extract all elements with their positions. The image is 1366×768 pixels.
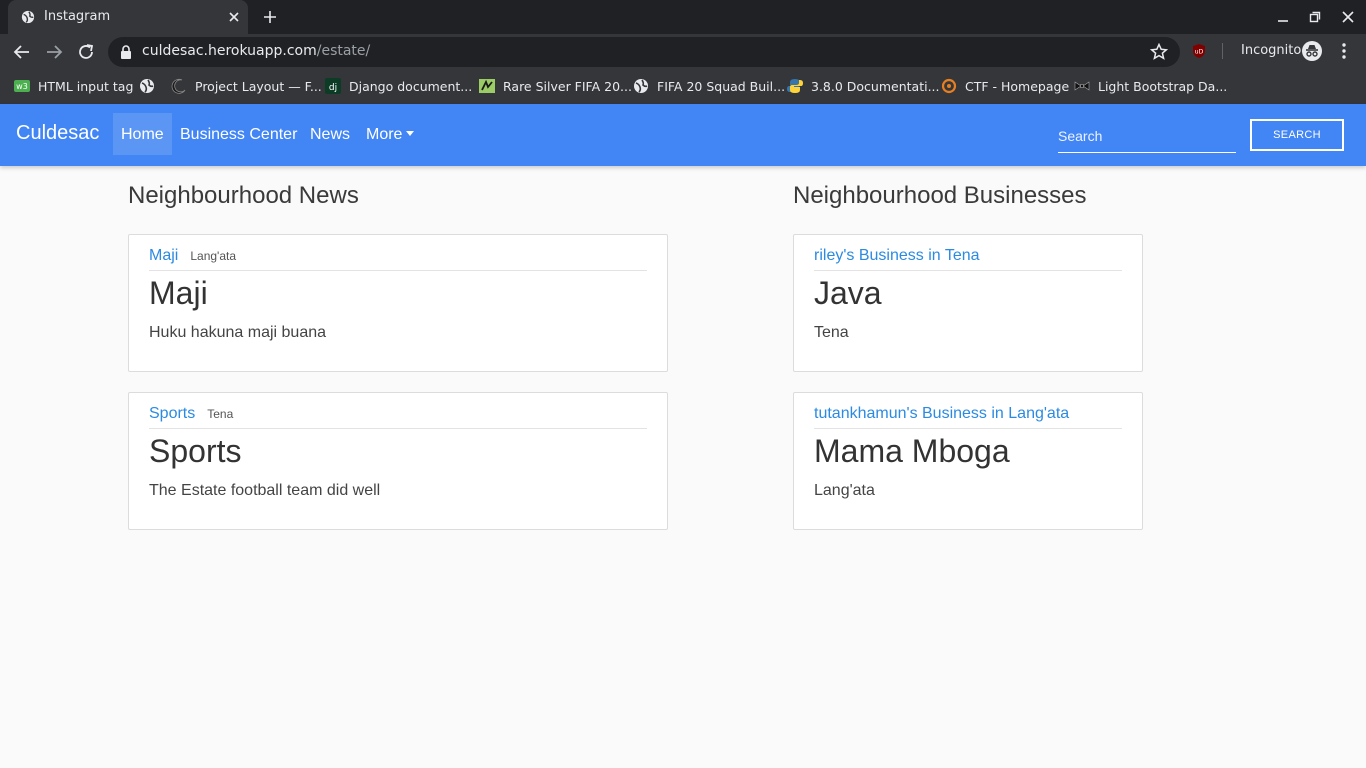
news-card: Sports Tena Sports The Estate football te… (128, 392, 668, 530)
globe-icon (634, 79, 648, 93)
business-card-heading: Java (814, 275, 882, 311)
caret-down-icon (406, 131, 415, 136)
svg-text:uD: uD (1195, 49, 1204, 56)
futwiz-icon (479, 79, 495, 93)
search-button[interactable]: Search (1250, 119, 1344, 151)
globe-icon (140, 79, 154, 93)
news-card-link[interactable]: Sports (149, 405, 195, 422)
restore-icon[interactable] (1309, 11, 1321, 23)
kebab-menu-icon[interactable] (1337, 42, 1351, 60)
card-divider (814, 270, 1122, 271)
bookmark-item[interactable]: Project Layout — F... (171, 77, 322, 95)
bookmark-label: HTML input tag (38, 78, 134, 94)
news-card-meta: Maji Lang'ata (149, 247, 236, 271)
url-path: /estate/ (316, 43, 371, 59)
incognito-label: Incognito (1241, 43, 1302, 58)
bookmark-item[interactable]: w3 HTML input tag (14, 77, 133, 95)
bookmark-label: Light Bootstrap Da... (1098, 78, 1228, 94)
bookmark-label: 3.8.0 Documentati... (811, 78, 940, 94)
new-tab-icon[interactable] (262, 9, 278, 25)
business-card-heading: Mama Mboga (814, 433, 1010, 469)
browser-tab[interactable]: Instagram (8, 0, 248, 34)
business-card: tutankhamun's Business in Lang'ata Mama … (793, 392, 1143, 530)
bowtie-icon (1074, 81, 1090, 91)
news-card-heading: Sports (149, 433, 242, 469)
news-card-location: Tena (207, 407, 234, 421)
svg-text:w3: w3 (16, 82, 28, 91)
ublock-origin-icon[interactable]: uD (1191, 43, 1207, 59)
bookmark-label: Django document... (349, 78, 473, 94)
lock-icon (121, 45, 131, 59)
nav-link-business-center[interactable]: Business Center (180, 126, 297, 144)
bookmark-star-icon[interactable] (1150, 43, 1168, 61)
nav-link-home[interactable]: Home (121, 126, 164, 144)
url-text: culdesac.herokuapp.com/estate/ (142, 43, 370, 59)
back-icon[interactable] (13, 43, 31, 61)
business-card-link[interactable]: tutankhamun's Business in Lang'ata (814, 405, 1069, 422)
news-card-link[interactable]: Maji (149, 247, 178, 264)
w3schools-icon: w3 (14, 80, 30, 92)
card-divider (149, 270, 647, 271)
close-icon[interactable] (226, 9, 242, 25)
nav-more-label: More (366, 126, 403, 143)
business-card: riley's Business in Tena Java Tena (793, 234, 1143, 372)
bookmark-label: Project Layout — F... (195, 78, 322, 94)
bookmark-label: CTF - Homepage (965, 78, 1070, 94)
bookmark-item[interactable] (139, 77, 163, 95)
search-input[interactable] (1058, 120, 1236, 153)
django-icon: dj (325, 78, 341, 94)
svg-text:dj: dj (329, 83, 337, 93)
business-card-meta: tutankhamun's Business in Lang'ata (814, 405, 1069, 429)
nav-link-news[interactable]: News (310, 126, 350, 144)
bookmark-label: Rare Silver FIFA 20... (503, 78, 632, 94)
ctf-icon (941, 78, 957, 94)
incognito-icon[interactable] (1302, 41, 1322, 61)
businesses-section-title: Neighbourhood Businesses (793, 182, 1087, 209)
business-card-text: Lang'ata (814, 482, 875, 499)
card-divider (814, 428, 1122, 429)
bookmark-item[interactable]: dj Django document... (325, 77, 472, 95)
forward-icon[interactable] (45, 43, 63, 61)
browser-tabstrip: Instagram (0, 0, 1366, 34)
python-icon (787, 79, 803, 93)
minimize-icon[interactable] (1277, 11, 1289, 23)
moon-icon (171, 79, 186, 94)
business-card-link[interactable]: riley's Business in Tena (814, 247, 980, 264)
bookmark-item[interactable]: Rare Silver FIFA 20... (479, 77, 632, 95)
url-host: culdesac.herokuapp.com (142, 43, 317, 59)
site-brand[interactable]: Culdesac (16, 122, 99, 145)
reload-icon[interactable] (77, 43, 95, 61)
nav-dropdown-more[interactable]: More (366, 126, 415, 144)
browser-toolbar: culdesac.herokuapp.com/estate/ (0, 34, 1366, 70)
tab-title: Instagram (44, 9, 111, 24)
news-card-text: The Estate football team did well (149, 482, 381, 499)
toolbar-divider (1222, 43, 1223, 59)
business-card-text: Tena (814, 324, 849, 341)
bookmark-item[interactable]: FIFA 20 Squad Buil... (633, 77, 785, 95)
news-card-meta: Sports Tena (149, 405, 233, 429)
bookmark-item[interactable]: CTF - Homepage (941, 77, 1069, 95)
news-card-heading: Maji (149, 275, 208, 311)
news-card-location: Lang'ata (190, 249, 237, 263)
news-card: Maji Lang'ata Maji Huku hakuna maji buana (128, 234, 668, 372)
bookmark-item[interactable]: Light Bootstrap Da... (1074, 77, 1227, 95)
news-card-text: Huku hakuna maji buana (149, 324, 327, 341)
bookmarks-bar: w3 HTML input tag Project Layout — F... … (0, 70, 1366, 104)
bookmark-item[interactable]: 3.8.0 Documentati... (787, 77, 940, 95)
close-window-icon[interactable] (1342, 11, 1354, 23)
card-divider (149, 428, 647, 429)
business-card-meta: riley's Business in Tena (814, 247, 980, 271)
globe-icon (21, 10, 35, 24)
address-bar[interactable]: culdesac.herokuapp.com/estate/ (108, 37, 1180, 67)
news-section-title: Neighbourhood News (128, 182, 359, 209)
bookmark-label: FIFA 20 Squad Buil... (657, 78, 786, 94)
